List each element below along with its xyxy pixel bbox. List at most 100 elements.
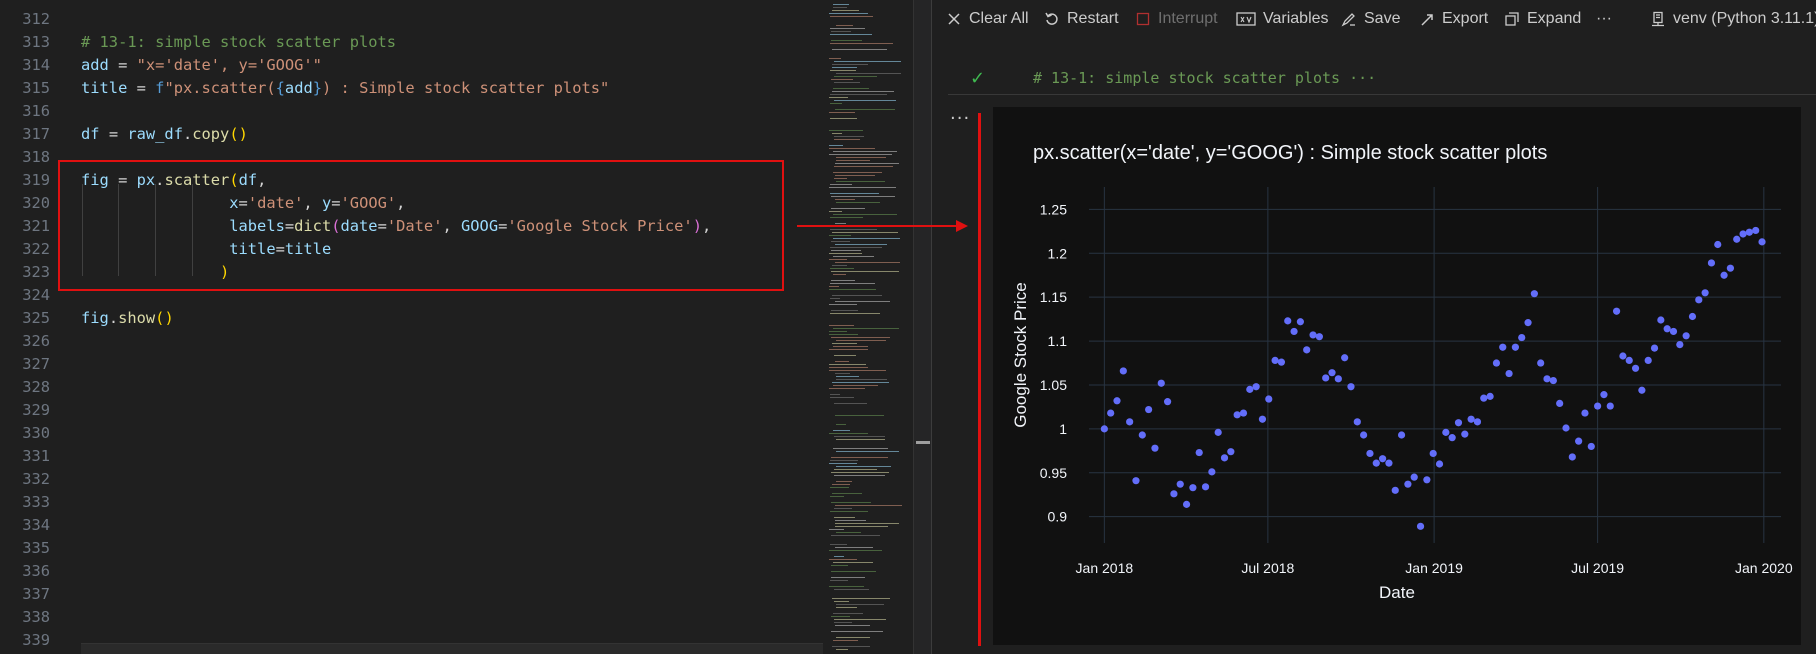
more-actions-button[interactable]: ··· xyxy=(1596,8,1612,30)
scatter-point[interactable] xyxy=(1227,448,1235,456)
scatter-point[interactable] xyxy=(1347,383,1355,391)
code-line[interactable]: 327 xyxy=(0,353,823,376)
scatter-point[interactable] xyxy=(1701,289,1709,297)
code-line[interactable]: 337 xyxy=(0,583,823,606)
code-line[interactable]: 313 # 13-1: simple stock scatter plots xyxy=(0,31,823,54)
scatter-point[interactable] xyxy=(1322,374,1330,382)
scatter-point[interactable] xyxy=(1284,317,1292,325)
scatter-point[interactable] xyxy=(1556,399,1564,408)
scatter-point[interactable] xyxy=(1587,442,1595,451)
scatter-point[interactable] xyxy=(1644,356,1652,364)
scatter-point[interactable] xyxy=(1265,395,1273,403)
scatter-point[interactable] xyxy=(1379,455,1387,463)
scatter-point[interactable] xyxy=(1448,434,1456,442)
save-button[interactable]: Save xyxy=(1341,8,1400,30)
scatter-point[interactable] xyxy=(1113,397,1121,405)
scatter-point[interactable] xyxy=(1676,340,1684,349)
scatter-point[interactable] xyxy=(1100,425,1108,433)
scatter-point[interactable] xyxy=(1258,415,1267,423)
scatter-point[interactable] xyxy=(1303,346,1311,354)
scatter-point[interactable] xyxy=(1372,459,1380,467)
scatter-point[interactable] xyxy=(1138,431,1146,439)
scatter-point[interactable] xyxy=(1132,477,1140,485)
scatter-point[interactable] xyxy=(1353,418,1361,426)
clear-all-button[interactable]: Clear All xyxy=(946,8,1029,30)
code-line[interactable]: 316 xyxy=(0,100,823,123)
scatter-point[interactable] xyxy=(1511,343,1520,351)
scatter-point[interactable] xyxy=(1296,318,1304,326)
scatter-point[interactable] xyxy=(1473,418,1482,426)
code-line[interactable]: 333 xyxy=(0,491,823,514)
scatter-point[interactable] xyxy=(1151,444,1159,452)
scatter-point[interactable] xyxy=(1562,424,1570,432)
scatter-point[interactable] xyxy=(1391,486,1399,494)
code-line[interactable]: 338 xyxy=(0,606,823,629)
scatter-point[interactable] xyxy=(1315,333,1323,341)
scatter-point[interactable] xyxy=(1277,358,1286,366)
scatter-point[interactable] xyxy=(1612,307,1621,315)
scatter-point[interactable] xyxy=(1220,454,1229,462)
scatter-point[interactable] xyxy=(1669,327,1678,336)
scatter-point[interactable] xyxy=(1594,402,1602,410)
scatter-point[interactable] xyxy=(1309,331,1317,339)
code-line[interactable]: 312 xyxy=(0,8,823,31)
code-line[interactable]: 330 xyxy=(0,422,823,445)
restart-button[interactable]: Restart xyxy=(1044,8,1119,30)
cell-header[interactable]: ✓ # 13-1: simple stock scatter plots ··· xyxy=(948,66,1816,95)
scatter-point[interactable] xyxy=(1486,392,1494,400)
scatter-point[interactable] xyxy=(1695,296,1703,304)
scatter-point[interactable] xyxy=(1631,364,1640,372)
variables-button[interactable]: Variables xyxy=(1236,8,1329,30)
code-line[interactable]: 335 xyxy=(0,537,823,560)
scatter-point[interactable] xyxy=(1682,332,1690,340)
scatter-point[interactable] xyxy=(1126,418,1134,426)
scatter-point[interactable] xyxy=(1537,359,1545,367)
scatter-point[interactable] xyxy=(1423,476,1431,484)
scatter-point[interactable] xyxy=(1619,352,1627,360)
scatter-point[interactable] xyxy=(1170,490,1178,498)
code-line[interactable]: 336 xyxy=(0,560,823,583)
scatter-point[interactable] xyxy=(1745,228,1753,236)
scatter-point[interactable] xyxy=(1461,430,1469,438)
code-line[interactable]: 329 xyxy=(0,399,823,422)
scatter-point[interactable] xyxy=(1650,344,1659,352)
scatter-point[interactable] xyxy=(1657,316,1665,324)
scatter-point[interactable] xyxy=(1524,319,1532,327)
scatter-point[interactable] xyxy=(1271,356,1279,364)
scatter-point[interactable] xyxy=(1239,409,1248,417)
code-line[interactable]: 317 df = raw_df.copy() xyxy=(0,123,823,146)
scatter-chart[interactable]: 0.9 0.95 1 1.05 1.1 1.15 1.2 1.25 Jan 2018 Jul 2… xyxy=(993,107,1801,645)
code-line[interactable]: 326 xyxy=(0,330,823,353)
expand-button[interactable]: Expand xyxy=(1504,8,1581,30)
scatter-point[interactable] xyxy=(1328,369,1336,377)
scatter-point[interactable] xyxy=(1201,483,1210,491)
scatter-point[interactable] xyxy=(1625,356,1633,364)
code-line[interactable]: 315 title = f"px.scatter({add}) : Simple … xyxy=(0,77,823,100)
scatter-point[interactable] xyxy=(1518,333,1526,342)
scatter-point[interactable] xyxy=(1195,448,1203,457)
code-editor[interactable]: 312 313 # 13-1: simple stock scatter plots… xyxy=(0,0,823,654)
scatter-point[interactable] xyxy=(1290,327,1298,336)
cell-menu-button[interactable]: ··· xyxy=(950,108,970,129)
scatter-point[interactable] xyxy=(1442,428,1450,436)
interrupt-button[interactable]: Interrupt xyxy=(1135,8,1218,30)
scatter-point[interactable] xyxy=(1385,459,1393,467)
scatter-point[interactable] xyxy=(1246,385,1254,393)
scatter-point[interactable] xyxy=(1208,468,1216,476)
scatter-point[interactable] xyxy=(1429,449,1437,458)
scatter-point[interactable] xyxy=(1334,375,1342,383)
scatter-point[interactable] xyxy=(1581,409,1589,417)
scatter-point[interactable] xyxy=(1530,290,1538,298)
scatter-point[interactable] xyxy=(1214,428,1222,436)
scatter-point[interactable] xyxy=(1189,484,1197,492)
scatter-point[interactable] xyxy=(1505,369,1513,378)
kernel-picker[interactable]: venv (Python 3.11.1) xyxy=(1650,8,1816,30)
scatter-point[interactable] xyxy=(1575,437,1583,445)
scatter-point[interactable] xyxy=(1480,394,1488,402)
code-line[interactable]: 334 xyxy=(0,514,823,537)
scatter-point[interactable] xyxy=(1739,230,1747,238)
scatter-point[interactable] xyxy=(1726,264,1735,272)
scatter-point[interactable] xyxy=(1499,343,1507,351)
scatter-point[interactable] xyxy=(1252,383,1260,391)
scrollbar-thumb[interactable] xyxy=(916,441,930,444)
